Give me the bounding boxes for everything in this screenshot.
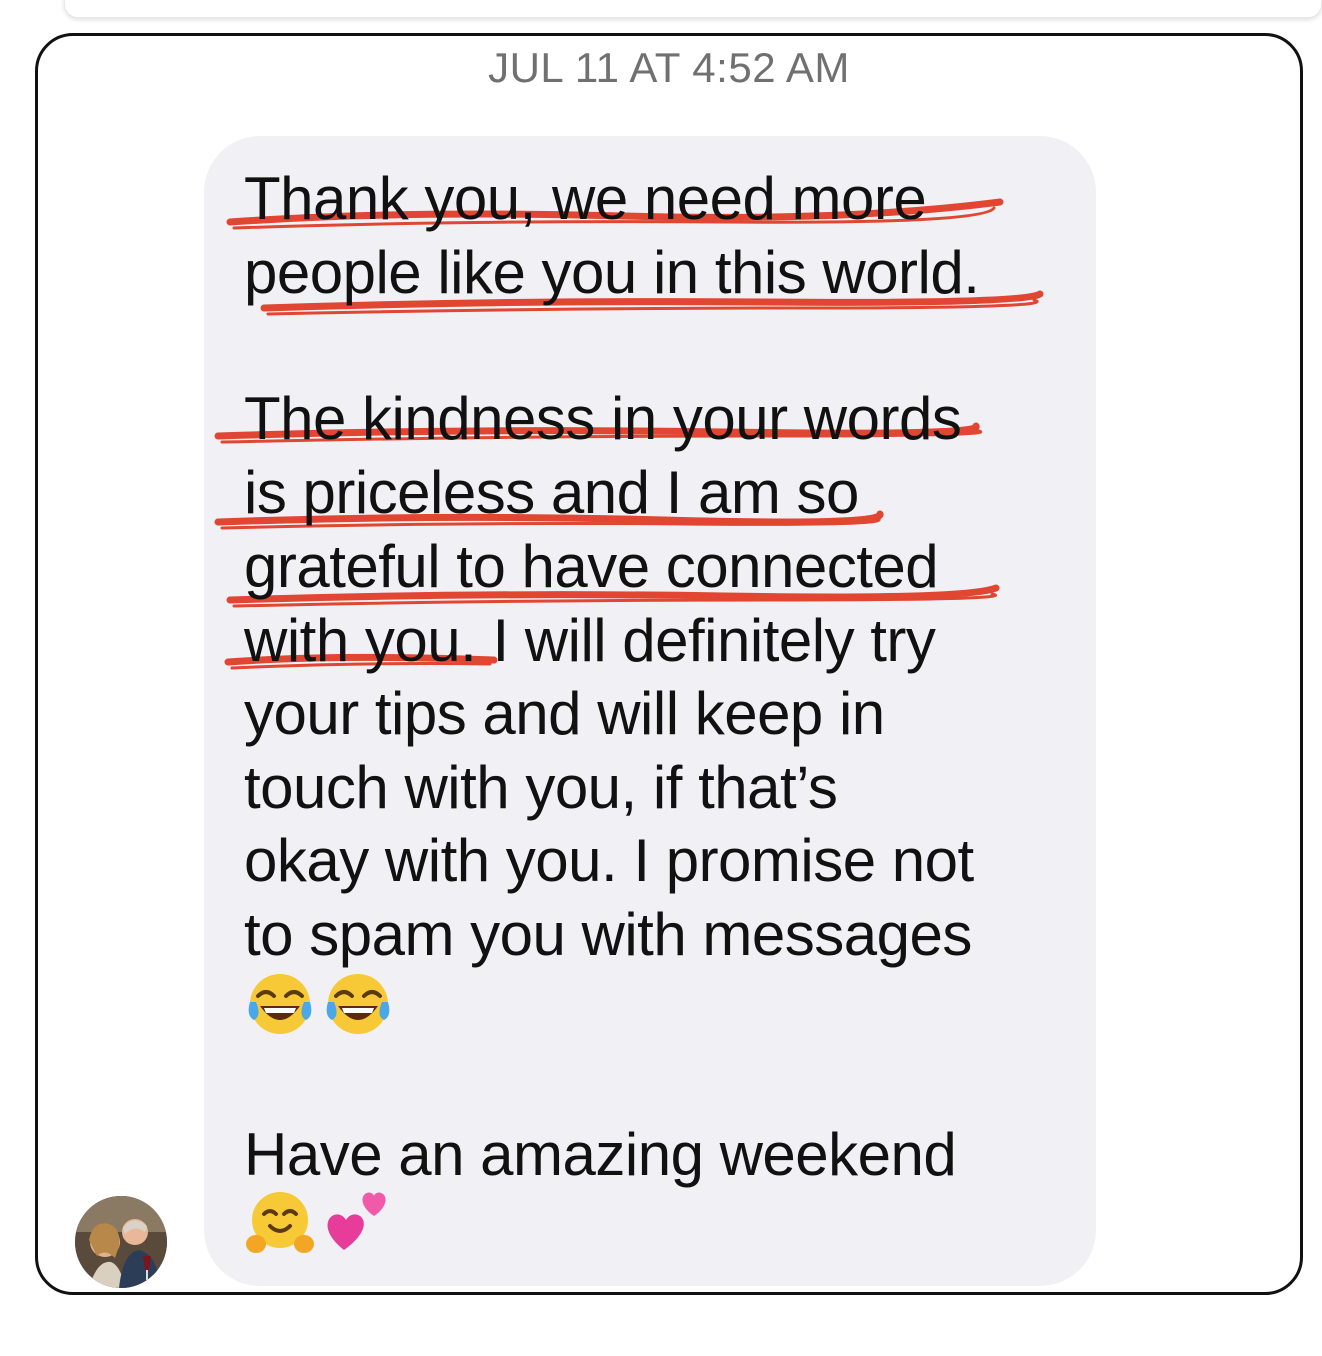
previous-message-card — [64, 0, 1322, 18]
hugging-face-icon — [246, 1192, 314, 1253]
message-timestamp: JUL 11 AT 4:52 AM — [488, 44, 850, 91]
message-line: to spam you with messages — [244, 901, 972, 968]
message-line: The kindness in your words — [244, 385, 962, 452]
face-with-tears-of-joy-icon — [248, 974, 312, 1034]
message-line: your tips and will keep in — [244, 680, 885, 747]
message-line: with you. I will definitely try — [244, 607, 936, 674]
message-line: Have an amazing weekend — [244, 1121, 957, 1188]
message-line: okay with you. I promise not — [244, 827, 974, 894]
message-line: touch with you, if that’s — [244, 754, 838, 821]
conversation-frame: JUL 11 AT 4:52 AM Thank you, we need mor… — [35, 33, 1303, 1295]
sender-avatar[interactable] — [75, 1196, 167, 1288]
message-line: people like you in this world. — [244, 239, 980, 306]
received-message-bubble[interactable]: Thank you, we need more people like you … — [204, 136, 1096, 1286]
message-line: Thank you, we need more — [244, 165, 927, 232]
message-line: grateful to have connected — [244, 533, 939, 600]
face-with-tears-of-joy-icon — [326, 974, 390, 1034]
message-line: is priceless and I am so — [244, 459, 859, 526]
two-hearts-icon — [327, 1192, 386, 1250]
